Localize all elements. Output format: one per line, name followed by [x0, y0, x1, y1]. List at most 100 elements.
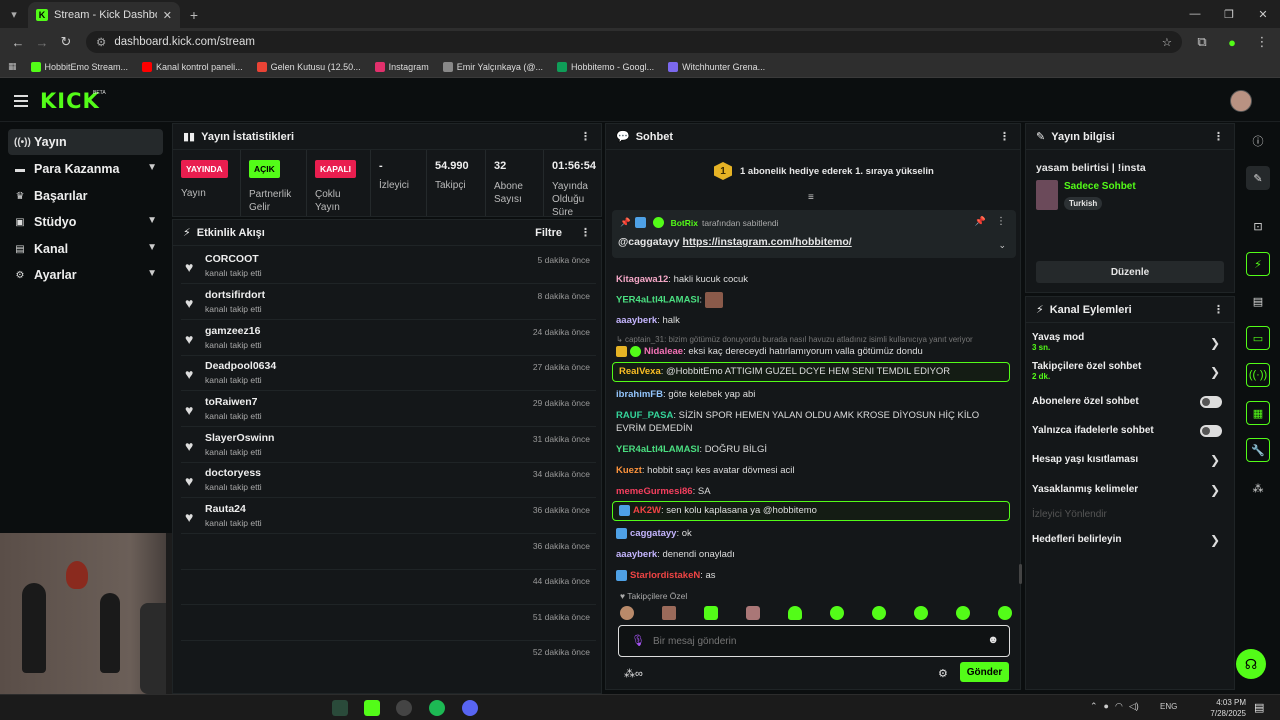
broadcast-icon[interactable]: ((·)) [1246, 363, 1270, 387]
reload-icon[interactable]: ↻ [54, 30, 78, 54]
edit-icon[interactable]: ✎ [1246, 166, 1270, 190]
layout-icon[interactable]: ▦ [1246, 401, 1270, 425]
set-goals-item[interactable]: Hedefleri belirleyin ❯ [1032, 533, 1230, 548]
more-options-icon[interactable]: ⋮ [999, 130, 1010, 143]
more-options-icon[interactable]: ⋮ [996, 216, 1006, 227]
profile-icon[interactable]: ● [1220, 30, 1244, 54]
more-options-icon[interactable]: ⋮ [1213, 303, 1224, 316]
wrench-icon[interactable]: 🔧 [1246, 438, 1270, 462]
followers-only-item[interactable]: Takipçilere özel sohbet 2 dk. ❯ [1032, 361, 1230, 387]
discord-icon[interactable] [462, 700, 478, 716]
sidebar-item-kanal[interactable]: ▤ Kanal ▼ [8, 236, 163, 262]
banned-words-item[interactable]: Yasaklanmış kelimeler ❯ [1032, 483, 1230, 498]
emote-image[interactable] [998, 606, 1012, 620]
emote-image[interactable] [704, 606, 718, 620]
bookmark-item[interactable]: Hobbitemo - Googl... [557, 61, 654, 72]
chat-title: Sohbet [635, 130, 673, 143]
apps-icon[interactable]: ▦ [8, 61, 17, 72]
bookmark-item[interactable]: HobbitEmo Stream... [30, 61, 128, 72]
browser-tab[interactable]: K Stream - Kick Dashboard ✕ [28, 2, 180, 28]
points-icon[interactable]: ⁂∞ [624, 667, 643, 680]
new-tab-button[interactable]: + [180, 2, 208, 28]
language-indicator[interactable]: ENG [1160, 702, 1177, 711]
send-button[interactable]: Gönder [960, 662, 1009, 682]
more-options-icon[interactable]: ⋮ [1213, 130, 1224, 143]
url-field[interactable]: ⚙ dashboard.kick.com/stream ☆ [86, 31, 1182, 53]
emote-image[interactable] [872, 606, 886, 620]
sidebar-item-ayarlar[interactable]: ⚙ Ayarlar ▼ [8, 262, 163, 288]
emote-image[interactable] [662, 606, 676, 620]
kick-app-icon[interactable] [364, 700, 380, 716]
pinned-link[interactable]: https://instagram.com/hobbitemo/ [683, 236, 852, 248]
sidebar-item-para-kazanma[interactable]: ▬ Para Kazanma ▼ [8, 156, 163, 182]
close-tab-icon[interactable]: ✕ [163, 9, 172, 22]
bookmark-item[interactable]: Kanal kontrol paneli... [142, 61, 243, 72]
volume-icon[interactable]: ◁) [1129, 701, 1139, 712]
document-icon[interactable]: ▤ [1246, 289, 1270, 313]
support-chat-icon[interactable]: ☊ [1236, 649, 1266, 679]
wifi-icon[interactable]: ◠ [1115, 701, 1123, 712]
tab-search-icon[interactable]: ▾ [0, 0, 28, 28]
collapse-icon[interactable]: ≡ [808, 192, 814, 203]
sidebar-item-studyo[interactable]: ▣ Stüdyo ▼ [8, 209, 163, 235]
chevron-up-icon[interactable]: ⌃ [1090, 701, 1098, 712]
emote-image[interactable] [830, 606, 844, 620]
emote-image[interactable] [746, 606, 760, 620]
chat-icon[interactable]: ▭ [1246, 326, 1270, 350]
sidebar-item-basarilar[interactable]: ♛ Başarılar [8, 183, 163, 209]
back-icon[interactable]: ← [6, 30, 30, 54]
menu-icon[interactable] [14, 95, 28, 107]
edit-button[interactable]: Düzenle [1036, 261, 1224, 283]
sub-goal-banner[interactable]: 1 1 abonelik hediye ederek 1. sıraya yük… [714, 162, 934, 180]
chevron-down-icon[interactable]: ⌄ [998, 240, 1006, 251]
notifications-icon[interactable]: ▤ [1254, 701, 1264, 714]
avatar[interactable] [1230, 90, 1252, 112]
slow-mode-item[interactable]: Yavaş mod 3 sn. ❯ [1032, 332, 1230, 358]
chat-input[interactable] [653, 632, 973, 650]
users-icon[interactable]: ⁂ [1246, 476, 1270, 500]
lightning-icon[interactable]: ⚡ [1246, 252, 1270, 276]
clock[interactable]: 4:03 PM 7/28/2025 [1200, 697, 1246, 719]
bookmark-item[interactable]: Witchhunter Grena... [668, 61, 765, 72]
kick-logo[interactable]: KICK [40, 89, 100, 113]
chat-scrollbar[interactable] [1019, 564, 1022, 584]
minimize-icon[interactable]: — [1178, 0, 1212, 28]
spotify-icon[interactable] [429, 700, 445, 716]
bookmark-item[interactable]: Gelen Kutusu (12.50... [256, 61, 361, 72]
pin-toggle-icon[interactable]: 📌 [975, 216, 986, 227]
emote-image[interactable] [914, 606, 928, 620]
chat-settings-icon[interactable]: ⚙ [938, 667, 948, 680]
emote-image[interactable] [956, 606, 970, 620]
emotes-only-toggle[interactable] [1200, 425, 1222, 437]
filter-button[interactable]: Filtre [535, 227, 562, 239]
tray-icons[interactable]: ⌃ ● ◠ ◁) [1090, 701, 1139, 712]
more-options-icon[interactable]: ⋮ [580, 130, 591, 143]
emote-image[interactable] [620, 606, 634, 620]
pinned-mention[interactable]: @caggatayy [618, 236, 680, 248]
site-info-icon[interactable]: ⚙ [96, 35, 106, 49]
subscribers-only-toggle[interactable] [1200, 396, 1222, 408]
account-age-item[interactable]: Hesap yaşı kısıtlaması ❯ [1032, 453, 1230, 468]
xbox-icon[interactable] [332, 700, 348, 716]
obs-icon[interactable] [396, 700, 412, 716]
bookmark-item[interactable]: Instagram [374, 61, 429, 72]
emoji-icon[interactable]: ☻ [987, 634, 999, 646]
heart-icon: ♥ [185, 259, 194, 275]
microphone-icon[interactable]: 🎙 [631, 634, 645, 647]
camera-icon[interactable]: ⊡ [1246, 214, 1270, 238]
info-icon[interactable]: ⓘ [1246, 129, 1270, 153]
chat-input-box[interactable]: 🎙 ☻ [618, 625, 1010, 657]
restore-icon[interactable]: ❐ [1212, 0, 1246, 28]
emote-image[interactable] [788, 606, 802, 620]
extensions-icon[interactable]: ⧉ [1190, 30, 1214, 54]
close-window-icon[interactable]: ✕ [1246, 0, 1280, 28]
sidebar-item-yayin[interactable]: ((•)) Yayın [8, 129, 163, 155]
bookmark-star-icon[interactable]: ☆ [1162, 35, 1172, 49]
forward-icon[interactable]: → [30, 30, 54, 54]
mic-icon[interactable]: ● [1104, 701, 1109, 712]
more-options-icon[interactable]: ⋮ [580, 226, 591, 239]
browser-menu-icon[interactable]: ⋮ [1250, 30, 1274, 54]
category-link[interactable]: Sadece Sohbet [1064, 181, 1136, 192]
chat-message: Nidaleae: eksi kaç dereceydi hatırlamıyo… [616, 345, 1008, 358]
bookmark-item[interactable]: Emir Yalçınkaya (@... [442, 61, 543, 72]
